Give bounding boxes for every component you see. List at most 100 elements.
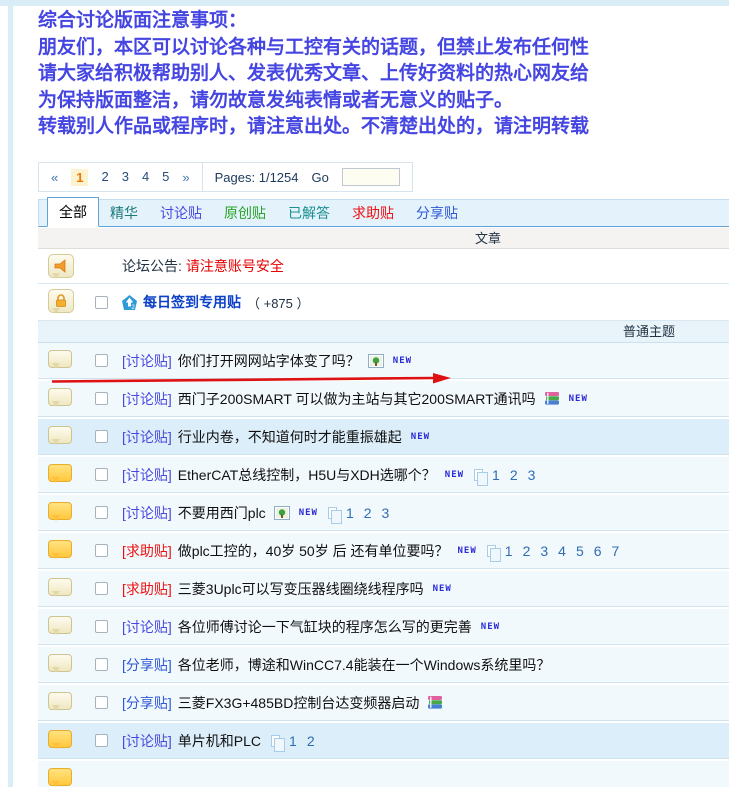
thread-tag[interactable]: [分享贴] [122, 693, 172, 713]
thread-tag[interactable]: [求助贴] [122, 579, 172, 599]
thread-checkbox[interactable] [95, 354, 108, 367]
pagination-bar: « 12345 » Pages: 1/1254 Go [38, 162, 413, 192]
next-page-button[interactable]: » [182, 170, 189, 185]
thread-title-link[interactable]: 不要用西门plc [178, 503, 266, 523]
thread-tag[interactable]: [讨论贴] [122, 351, 172, 371]
new-badge: NEW [433, 584, 452, 594]
thread-tag[interactable]: [求助贴] [122, 541, 172, 561]
page-number-link[interactable]: 4 [558, 543, 566, 559]
tab-原创贴[interactable]: 原创贴 [213, 199, 277, 227]
thread-title-link[interactable]: 三菱3Uplc可以写变压器线圈绕线程序吗 [178, 579, 424, 599]
tab-精华[interactable]: 精华 [99, 199, 149, 227]
table-column-header: 文章 [38, 228, 729, 249]
thread-tag[interactable]: [讨论贴] [122, 427, 172, 447]
page-number-link[interactable]: 1 [492, 467, 500, 483]
thread-title-link[interactable]: 各位老师，博途和WinCC7.4能装在一个Windows系统里吗？ [178, 655, 551, 675]
thread-title-link[interactable]: 你们打开网网站字体变了吗？ [178, 351, 360, 371]
page-number-link[interactable]: 2 [523, 543, 531, 559]
announcement-link[interactable]: 请注意账号安全 [186, 256, 284, 276]
page-number-link[interactable]: 1 [289, 733, 297, 749]
thread-row: [讨论贴] EtherCAT总线控制，H5U与XDH选哪个？ NEW 123 [38, 457, 729, 493]
notice-line: 综合讨论版面注意事项： [38, 8, 589, 35]
page-left-border [8, 6, 13, 787]
thread-content: [分享贴] 三菱FX3G+485BD控制台达变频器启动 [122, 693, 443, 713]
page-go-input[interactable] [342, 168, 400, 186]
topic-bubble-icon [48, 654, 72, 672]
topic-bubble-icon [48, 540, 72, 558]
thread-row: [讨论贴]不要用西门plcNEW123 [38, 495, 729, 531]
page-number-link[interactable]: 2 [307, 733, 315, 749]
thread-checkbox[interactable] [95, 544, 108, 557]
thread-row: [讨论贴] 单片机和PLC 12 [38, 723, 729, 759]
page-number-link[interactable]: 3 [382, 505, 390, 521]
page-number-links: 12345 [71, 169, 169, 186]
thread-title-link[interactable]: 做plc工控的，40岁 50岁 后 还有单位要吗？ [178, 541, 449, 561]
page-number-link[interactable]: 5 [162, 169, 169, 186]
thread-title-link[interactable]: EtherCAT总线控制，H5U与XDH选哪个？ [178, 465, 436, 485]
thread-table: 文章 论坛公告: 请注意账号安全 2 每日签到专用贴 （ +875 ） 普通主题… [38, 228, 729, 787]
thread-row: [分享贴] 各位老师，博途和WinCC7.4能装在一个Windows系统里吗？ [38, 647, 729, 683]
thread-row [38, 761, 729, 787]
thread-checkbox[interactable] [95, 506, 108, 519]
new-badge: NEW [569, 394, 588, 404]
announcement-label: 论坛公告: [122, 256, 182, 276]
thread-checkbox[interactable] [95, 620, 108, 633]
signin-thread-title[interactable]: 每日签到专用贴 [143, 292, 241, 312]
thread-tag[interactable]: [分享贴] [122, 655, 172, 675]
board-notice: 综合讨论版面注意事项： 朋友们，本区可以讨论各种与工控有关的话题，但禁止发布任何… [38, 8, 589, 141]
page-number-link[interactable]: 7 [612, 543, 620, 559]
page-number-link[interactable]: 4 [142, 169, 149, 186]
pinned-level-icon: 2 [122, 295, 137, 310]
thread-checkbox[interactable] [95, 468, 108, 481]
thread-tag[interactable]: [讨论贴] [122, 503, 172, 523]
tab-全部[interactable]: 全部 [47, 197, 99, 227]
tab-求助贴[interactable]: 求助贴 [341, 199, 405, 227]
new-badge: NEW [393, 356, 412, 366]
page-number-link[interactable]: 5 [576, 543, 584, 559]
thread-tag[interactable]: [讨论贴] [122, 617, 172, 637]
new-badge: NEW [411, 432, 430, 442]
thread-checkbox[interactable] [95, 296, 108, 309]
page-number-link[interactable]: 3 [122, 169, 129, 186]
thread-checkbox[interactable] [95, 734, 108, 747]
thread-tag[interactable]: [讨论贴] [122, 731, 172, 751]
thread-row: [求助贴]做plc工控的，40岁 50岁 后 还有单位要吗？NEW1234567 [38, 533, 729, 569]
page-number-link[interactable]: 2 [101, 169, 108, 186]
section-header-label: 普通主题 [623, 321, 675, 343]
pages-icon [474, 469, 483, 481]
thread-title-link[interactable]: 行业内卷，不知道何时才能重振雄起 [178, 427, 402, 447]
svg-text:2: 2 [131, 304, 135, 310]
tab-分享贴[interactable]: 分享贴 [405, 199, 469, 227]
page-number-link[interactable]: 1 [505, 543, 513, 559]
thread-content: [讨论贴]不要用西门plcNEW123 [122, 503, 391, 523]
thread-checkbox[interactable] [95, 658, 108, 671]
thread-checkbox[interactable] [95, 392, 108, 405]
tab-已解答[interactable]: 已解答 [277, 199, 341, 227]
new-badge: NEW [445, 470, 464, 480]
thread-title-link[interactable]: 各位师傅讨论一下气缸块的程序怎么写的更完善 [178, 617, 472, 637]
page-top-border [0, 0, 729, 6]
thread-tag[interactable]: [讨论贴] [122, 389, 172, 409]
thread-checkbox[interactable] [95, 696, 108, 709]
pages-icon [487, 545, 496, 557]
prev-page-button[interactable]: « [51, 170, 58, 185]
thread-tag[interactable]: [讨论贴] [122, 465, 172, 485]
thread-title-link[interactable]: 三菱FX3G+485BD控制台达变频器启动 [178, 693, 420, 713]
go-label: Go [312, 170, 329, 185]
page-number-link[interactable]: 2 [364, 505, 372, 521]
thread-title-link[interactable]: 单片机和PLC [178, 731, 261, 751]
tab-讨论贴[interactable]: 讨论贴 [149, 199, 213, 227]
page-number-link[interactable]: 6 [594, 543, 602, 559]
page-number-link[interactable]: 3 [528, 467, 536, 483]
announcement-horn-icon [48, 254, 74, 278]
page-number-link[interactable]: 3 [540, 543, 548, 559]
topic-bubble-icon [48, 388, 72, 406]
page-number-link[interactable]: 1 [71, 169, 88, 186]
thread-title-link[interactable]: 西门子200SMART 可以做为主站与其它200SMART通讯吗 [178, 389, 536, 409]
signin-reply-count: （ +875 ） [247, 293, 310, 312]
thread-checkbox[interactable] [95, 430, 108, 443]
page-number-link[interactable]: 2 [510, 467, 518, 483]
thread-checkbox[interactable] [95, 582, 108, 595]
page-number-link[interactable]: 1 [346, 505, 354, 521]
thread-content: [讨论贴] 行业内卷，不知道何时才能重振雄起 NEW [122, 427, 430, 447]
